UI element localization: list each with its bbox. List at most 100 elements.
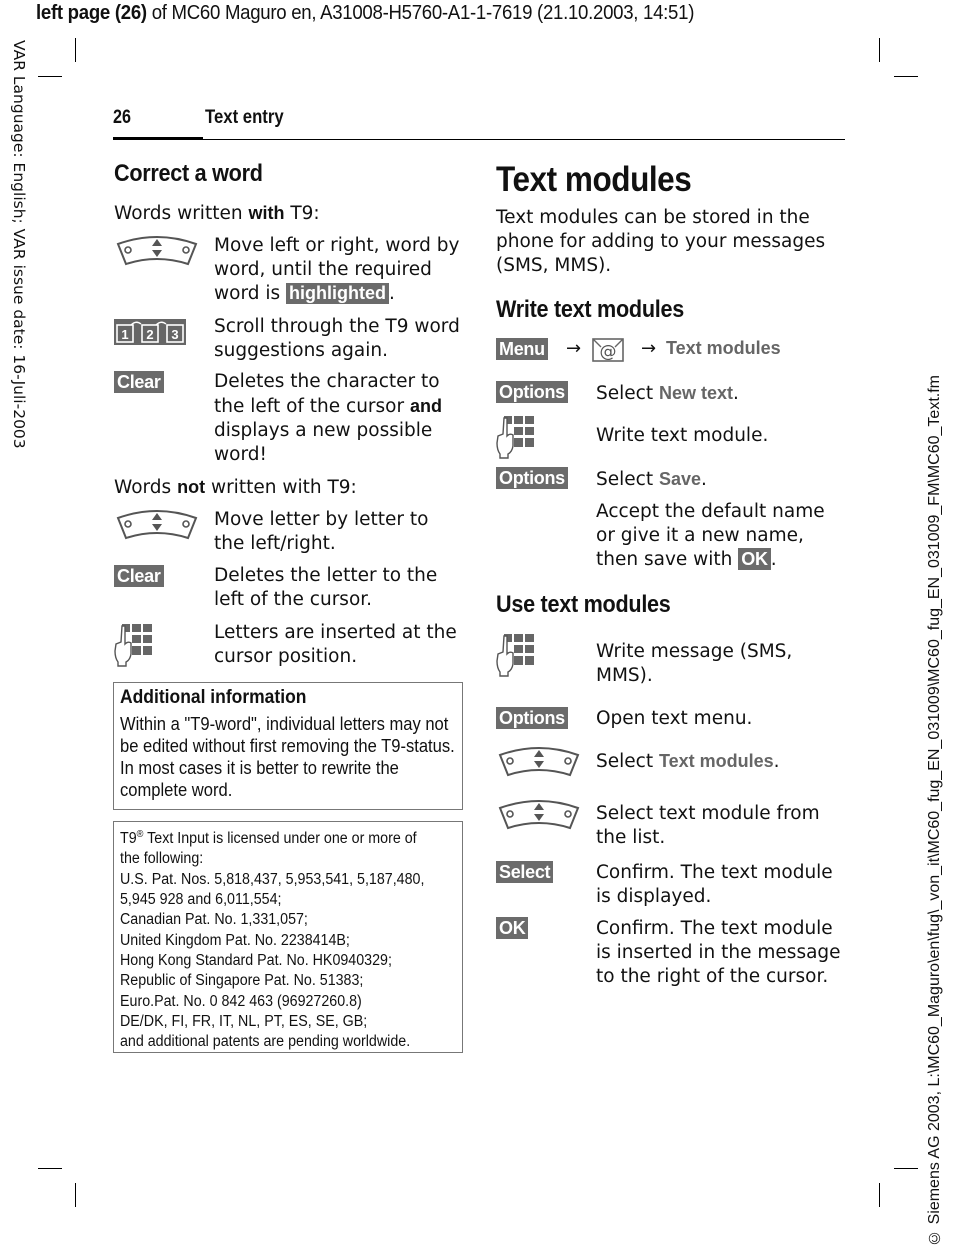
page-title: Text modules: [496, 160, 692, 199]
crop-mark: [75, 1183, 76, 1207]
item-description: Deletes the letter to the left of the cu…: [214, 565, 438, 610]
text: .: [770, 549, 777, 570]
item-description: Deletes the character to the left of the…: [214, 370, 464, 467]
crop-mark: [38, 1168, 62, 1169]
text: Select: [596, 383, 659, 404]
patent-line: U.S. Pat. Nos. 5,818,437, 5,953,541, 5,1…: [120, 870, 425, 888]
page-number: 26: [113, 107, 131, 128]
patent-notice-box: T9® Text Input is licensed under one or …: [113, 821, 463, 1053]
menu-item-new-text: New text: [658, 383, 733, 403]
menu-item-save: Save: [658, 469, 701, 489]
section-heading-write: Write text modules: [496, 296, 684, 323]
info-box-title: Additional information: [120, 687, 307, 708]
text: .: [389, 283, 395, 304]
text: Select: [596, 469, 659, 490]
text: .: [701, 469, 707, 490]
menu-softkey[interactable]: Menu: [496, 338, 548, 360]
keys-1-2-3-icon: 1 2 3: [114, 319, 186, 345]
crop-mark: [38, 76, 62, 77]
patent-line: the following:: [120, 850, 204, 868]
text: Accept the default name or give it a new…: [596, 501, 825, 570]
text: T9® Text Input is licensed under one or …: [120, 829, 417, 848]
keypad-hand-icon: [496, 416, 535, 459]
menu-path: Menu → @ → Text modules: [496, 338, 846, 364]
patent-line: and additional patents are pending world…: [120, 1033, 411, 1051]
chapter-title: Text entry: [205, 107, 284, 128]
select-softkey[interactable]: Select: [496, 861, 554, 883]
item-description: Open text menu.: [596, 708, 753, 729]
side-note-filepath: © Siemens AG 2003, L:\MC60_Maguro\en\fug…: [926, 375, 943, 1246]
crop-mark: [75, 38, 76, 62]
arrow-icon: →: [641, 338, 657, 359]
svg-text:3: 3: [171, 327, 178, 342]
options-softkey[interactable]: Options: [496, 467, 568, 489]
text: Words: [114, 477, 178, 498]
file-header-page: left page (26): [36, 2, 147, 24]
clear-softkey[interactable]: Clear: [114, 371, 164, 393]
options-softkey[interactable]: Options: [496, 707, 568, 729]
t9-intro: Words written with T9:: [114, 201, 320, 226]
t9-intro-post: T9:: [284, 203, 320, 224]
crop-mark: [879, 1183, 880, 1207]
item-description: Select Text modules.: [596, 749, 846, 774]
patent-text: T9® Text Input is licensed under one or …: [120, 825, 460, 1052]
patent-line: Euro.Pat. No. 0 842 463 (96927260.8): [120, 992, 362, 1010]
item-description: Move letter by letter to the left/right.: [214, 509, 429, 554]
ok-softkey[interactable]: OK: [738, 548, 771, 570]
crop-mark: [894, 76, 918, 77]
info-box-text: Within a "T9-word", individual letters m…: [120, 714, 455, 800]
keypad-hand-icon: [114, 624, 153, 667]
menu-item-text-modules: Text modules: [658, 751, 774, 771]
text: Deletes the character to the left of the…: [214, 371, 440, 417]
svg-text:1: 1: [121, 327, 128, 342]
keypad-hand-icon: [496, 634, 535, 677]
text: .: [773, 751, 780, 772]
patent-line: Canadian Pat. No. 1,331,057;: [120, 911, 308, 929]
ok-softkey[interactable]: OK: [496, 917, 529, 939]
options-softkey[interactable]: Options: [496, 381, 568, 403]
menu-item-text-modules[interactable]: Text modules: [666, 338, 781, 359]
item-description: Select Save.: [596, 467, 846, 492]
side-note-language: VAR Language: English; VAR issue date: 1…: [10, 40, 28, 449]
text: .: [732, 383, 739, 404]
navigation-key-icon: [499, 800, 579, 829]
item-description: Accept the default name or give it a new…: [596, 500, 846, 572]
patent-line: 5,945 928 and 6,011,554;: [120, 891, 282, 909]
section-heading-use: Use text modules: [496, 591, 671, 618]
crop-mark: [894, 1168, 918, 1169]
item-description: Select New text.: [596, 381, 846, 406]
navigation-key-icon: [117, 510, 197, 539]
patent-line: T9® Text Input is licensed under one or …: [120, 825, 460, 849]
text: Select: [596, 751, 659, 772]
message-envelope-icon[interactable]: @: [592, 338, 624, 362]
item-description: Confirm. The text module is displayed.: [596, 862, 833, 907]
non-t9-intro: Words not written with T9:: [114, 475, 357, 500]
t9-intro-pre: Words written: [114, 203, 249, 224]
intro-text: Text modules can be stored in the phone …: [496, 207, 826, 276]
navigation-key-icon: [117, 236, 197, 265]
running-head: 26 Text entry: [113, 105, 845, 145]
patent-line: Republic of Singapore Pat. No. 51383;: [120, 972, 364, 990]
arrow-icon: →: [566, 338, 582, 359]
clear-softkey[interactable]: Clear: [114, 565, 164, 587]
text-bold: not: [177, 477, 206, 497]
svg-text:@: @: [600, 342, 617, 362]
item-description: Write message (SMS, MMS).: [596, 641, 793, 686]
item-description: Write text module.: [596, 425, 769, 446]
patent-line: DE/DK, FI, FR, IT, NL, PT, ES, SE, GB;: [120, 1012, 368, 1030]
text: displays a new possible word!: [214, 420, 433, 465]
patent-line: United Kingdom Pat. No. 2238414B;: [120, 931, 350, 949]
file-header: left page (26) of MC60 Maguro en, A31008…: [36, 2, 694, 25]
navigation-key-icon: [499, 747, 579, 776]
item-description: Move left or right, word by word, until …: [214, 234, 464, 306]
section-heading-correct-word: Correct a word: [114, 160, 263, 187]
registered-mark: ®: [136, 829, 144, 840]
highlight-sample: highlighted: [286, 283, 389, 304]
item-description: Letters are inserted at the cursor posit…: [214, 622, 457, 667]
crop-mark: [879, 38, 880, 62]
t9-intro-bold: with: [248, 203, 285, 223]
item-description: Scroll through the T9 word suggestions a…: [214, 316, 460, 361]
file-header-doc: of MC60 Maguro en, A31008-H5760-A1-1-761…: [146, 2, 695, 24]
patent-line: Hong Kong Standard Pat. No. HK0940329;: [120, 951, 392, 969]
text: written with T9:: [205, 477, 357, 498]
